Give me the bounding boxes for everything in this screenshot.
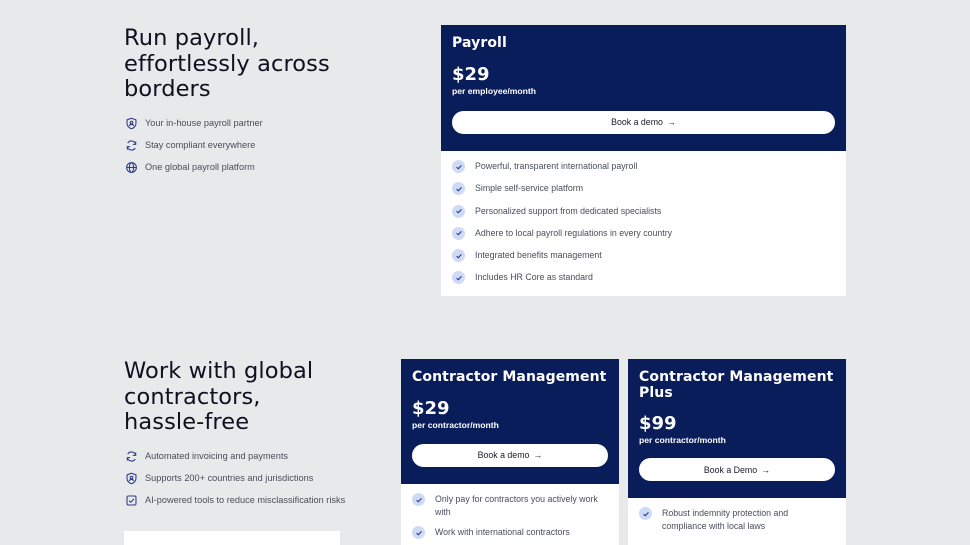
check-icon <box>412 493 425 506</box>
check-icon <box>452 204 465 218</box>
contractor-plus-card-unit: per contractor/month <box>639 435 726 445</box>
feature-item: Supports 200+ countries and jurisdiction… <box>125 467 345 489</box>
book-demo-button[interactable]: Book a demo → <box>452 110 835 134</box>
payroll-card-unit: per employee/month <box>452 85 537 96</box>
payroll-card-body: Powerful, transparent international payr… <box>441 151 846 296</box>
refresh-icon <box>125 450 138 463</box>
contractor-feature-list: Automated invoicing and payments Support… <box>125 445 345 511</box>
benefit-item: Integrated benefits management <box>452 249 835 263</box>
payroll-heading: Run payroll, effortlessly across borders <box>124 25 330 102</box>
check-icon <box>452 182 465 196</box>
feature-item: One global payroll platform <box>125 156 263 178</box>
feature-item: Stay compliant everywhere <box>125 134 263 156</box>
contractor-card-body: Only pay for contractors you actively wo… <box>401 484 619 545</box>
payroll-feature-list: Your in-house payroll partner Stay compl… <box>125 112 263 178</box>
benefit-item: Adhere to local payroll regulations in e… <box>452 226 835 240</box>
benefit-item: Work with international contractors <box>412 526 608 539</box>
contractor-card-title: Contractor Management <box>412 369 607 385</box>
benefit-item: Personalized support from dedicated spec… <box>452 204 835 218</box>
contractor-card-unit: per contractor/month <box>412 419 499 430</box>
arrow-right-icon: → <box>761 464 771 475</box>
contractor-plus-card-price: $99 <box>639 413 677 434</box>
book-demo-button[interactable]: Book a demo → <box>412 443 608 467</box>
check-icon <box>452 160 465 173</box>
shield-person-icon <box>125 117 138 130</box>
contractor-heading: Work with global contractors, hassle-fre… <box>124 358 314 435</box>
payroll-card-title: Payroll <box>452 35 507 51</box>
shield-person-icon <box>125 472 138 485</box>
feature-item: Your in-house payroll partner <box>125 112 263 134</box>
arrow-right-icon: → <box>666 117 676 127</box>
check-icon <box>452 249 465 263</box>
feature-item: Automated invoicing and payments <box>125 445 345 467</box>
info-panel <box>124 531 340 545</box>
contractor-plus-card-body: Robust indemnity protection and complian… <box>628 498 846 545</box>
contractor-plus-card-header: Contractor Management Plus $99 per contr… <box>628 359 846 498</box>
contractor-plus-card-title: Contractor Management Plus <box>639 369 834 401</box>
check-icon <box>452 271 465 285</box>
contractor-card-header: Contractor Management $29 per contractor… <box>401 359 619 484</box>
benefit-item: Powerful, transparent international payr… <box>452 160 835 173</box>
benefit-item: Includes HR Core as standard <box>452 271 835 285</box>
check-icon <box>452 226 465 240</box>
benefit-item: Robust indemnity protection and complian… <box>639 507 835 532</box>
feature-item: AI-powered tools to reduce misclassifica… <box>125 489 345 511</box>
contractor-card-price: $29 <box>412 397 450 419</box>
check-icon <box>412 526 425 539</box>
payroll-card-price: $29 <box>452 63 490 85</box>
check-icon <box>639 507 652 520</box>
arrow-right-icon: → <box>533 450 543 460</box>
benefit-item: Only pay for contractors you actively wo… <box>412 493 608 518</box>
checklist-icon <box>125 494 138 507</box>
payroll-card-header: Payroll $29 per employee/month Book a de… <box>441 25 846 151</box>
globe-icon <box>125 161 138 174</box>
book-demo-button[interactable]: Book a Demo → <box>639 458 835 481</box>
refresh-icon <box>125 139 138 152</box>
benefit-item: Simple self-service platform <box>452 182 835 196</box>
